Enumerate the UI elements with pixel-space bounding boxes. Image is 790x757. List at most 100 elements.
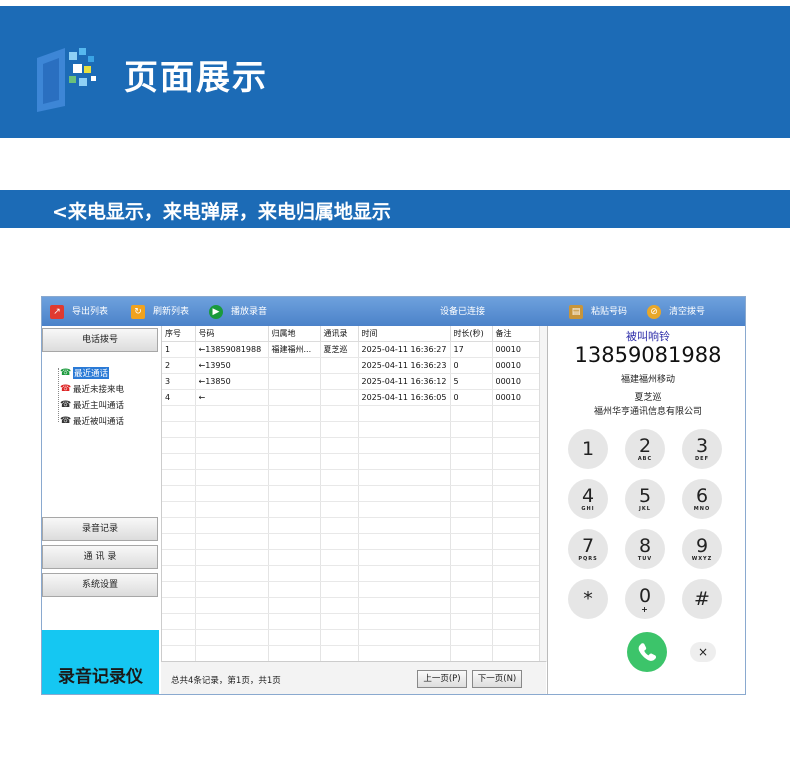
table-cell: 0 [450, 389, 493, 406]
table-row[interactable]: 2 ←13950 2025-04-11 16:36:23 0 00010 [162, 357, 548, 374]
key-6[interactable]: 6 MNO [682, 479, 722, 519]
play-recording-label: 播放录音 [231, 307, 268, 317]
call-table: 序号 号码 归属地 通讯录 时间 时长(秒) 备注 1 ←13859081988… [161, 326, 548, 662]
key-3[interactable]: 3 DEF [682, 429, 722, 469]
table-cell: ←13850 [195, 373, 269, 390]
table-cell: 夏芝巡 [320, 341, 359, 358]
tree-item-recent[interactable]: ☎ 最近通话 [60, 366, 110, 380]
key-0[interactable]: 0 + [625, 579, 665, 619]
left-nav: 电话拨号 ☎ 最近通话 ☎ 最近未接来电 ☎ 最近主叫通话 ☎ 最近被叫通话 录… [42, 326, 160, 694]
phone-dial-button[interactable]: 电话拨号 [42, 328, 158, 352]
settings-button[interactable]: 系统设置 [42, 573, 158, 597]
key-4[interactable]: 4 GHI [568, 479, 608, 519]
column-header[interactable]: 归属地 [268, 326, 321, 342]
table-header: 序号 号码 归属地 通讯录 时间 时长(秒) 备注 [162, 326, 548, 342]
column-header[interactable]: 序号 [162, 326, 196, 342]
table-row[interactable]: 1 ←13859081988 福建福州... 夏芝巡 2025-04-11 16… [162, 341, 548, 358]
table-cell: 3 [162, 373, 196, 390]
key-letters: + [641, 605, 649, 614]
table-cell [268, 373, 321, 390]
empty-row [162, 469, 548, 486]
key-digit: 2 [638, 435, 652, 457]
clear-dial-button[interactable]: ⊘ 清空拨号 [647, 304, 705, 320]
column-header[interactable]: 通讯录 [320, 326, 359, 342]
table-cell: 2025-04-11 16:36:12 [358, 373, 451, 390]
clear-dial-label: 清空拨号 [669, 307, 706, 317]
empty-row [162, 581, 548, 598]
table-cell: 2 [162, 357, 196, 374]
key-digit: 6 [695, 485, 709, 507]
key-letters: PQRS [578, 556, 598, 562]
paste-number-button[interactable]: ▤ 粘贴号码 [569, 304, 627, 320]
missed-call-icon: ☎ [60, 384, 72, 394]
key-digit: 0 [638, 585, 652, 607]
logo-icon [37, 48, 96, 112]
clipboard-icon: ▤ [569, 305, 583, 319]
empty-row [162, 437, 548, 454]
table-cell [268, 357, 321, 374]
contact-company: 福州华亨通讯信息有限公司 [593, 407, 702, 417]
recordings-button[interactable]: 录音记录 [42, 517, 158, 541]
record-summary: 总共4条记录，第1页，共1页 [171, 676, 281, 686]
dial-pad-panel: 被叫响铃 13859081988 福建福州移动 夏芝巡 福州华亨通讯信息有限公司… [547, 326, 745, 694]
key-digit: 7 [581, 535, 595, 557]
key-8[interactable]: 8 TUV [625, 529, 665, 569]
key-1[interactable]: 1 [568, 429, 608, 469]
key-digit: 4 [581, 485, 595, 507]
tree-item-missed[interactable]: ☎ 最近未接来电 [60, 382, 124, 396]
table-cell: 0 [450, 357, 493, 374]
empty-row [162, 629, 548, 646]
table-cell: 4 [162, 389, 196, 406]
empty-row [162, 485, 548, 502]
call-status: 被叫响铃 [626, 330, 670, 343]
key-digit: 3 [695, 435, 709, 457]
next-page-button[interactable]: 下一页(N) [472, 670, 522, 688]
key-letters: ABC [637, 456, 653, 462]
prev-page-button[interactable]: 上一页(P) [417, 670, 467, 688]
export-icon: ↗ [50, 305, 64, 319]
table-cell [320, 373, 359, 390]
key-hash[interactable]: # [682, 579, 722, 619]
refresh-icon: ↻ [131, 305, 145, 319]
key-digit: 8 [638, 535, 652, 557]
key-letters: DEF [695, 456, 709, 462]
table-cell: 2025-04-11 16:36:27 [358, 341, 451, 358]
tree-item-label: 最近主叫通话 [73, 401, 125, 411]
table-row[interactable]: 3 ←13850 2025-04-11 16:36:12 5 00010 [162, 373, 548, 390]
empty-row [162, 597, 548, 614]
outgoing-call-icon: ☎ [60, 400, 72, 410]
backspace-button[interactable]: × [690, 642, 716, 662]
device-status: 设备已连接 [440, 307, 486, 317]
key-7[interactable]: 7 PQRS [568, 529, 608, 569]
tree-item-incoming[interactable]: ☎ 最近被叫通话 [60, 414, 124, 428]
table-cell [268, 389, 321, 406]
table-row[interactable]: 4 ← 2025-04-11 16:36:05 0 00010 [162, 389, 548, 406]
incoming-call-icon: ☎ [60, 416, 72, 426]
app-window: ↗ 导出列表 ↻ 刷新列表 ▶ 播放录音 设备已连接 ▤ 粘贴号码 ⊘ 清空拨号… [41, 296, 746, 695]
play-recording-button[interactable]: ▶ 播放录音 [209, 304, 267, 320]
column-header[interactable]: 号码 [195, 326, 269, 342]
key-star[interactable]: * [568, 579, 608, 619]
contacts-button[interactable]: 通 讯 录 [42, 545, 158, 569]
section-header: <来电显示，来电弹屏，来电归属地显示 [0, 190, 790, 228]
banner-title: 页面展示 [124, 58, 268, 98]
column-header[interactable]: 时间 [358, 326, 451, 342]
key-2[interactable]: 2 ABC [625, 429, 665, 469]
number-location: 福建福州移动 [620, 375, 675, 385]
tree-item-label: 最近通话 [73, 367, 110, 379]
export-list-button[interactable]: ↗ 导出列表 [50, 304, 108, 320]
key-5[interactable]: 5 JKL [625, 479, 665, 519]
empty-row [162, 501, 548, 518]
paste-number-label: 粘贴号码 [591, 307, 628, 317]
phone-recent-icon: ☎ [60, 368, 72, 378]
column-header[interactable]: 时长(秒) [450, 326, 493, 342]
call-button[interactable] [627, 632, 667, 672]
table-cell: 1 [162, 341, 196, 358]
refresh-list-button[interactable]: ↻ 刷新列表 [131, 304, 189, 320]
empty-row [162, 613, 548, 630]
table-cell: 2025-04-11 16:36:05 [358, 389, 451, 406]
table-cell: 17 [450, 341, 493, 358]
empty-row [162, 533, 548, 550]
tree-item-outgoing[interactable]: ☎ 最近主叫通话 [60, 398, 124, 412]
key-9[interactable]: 9 WXYZ [682, 529, 722, 569]
